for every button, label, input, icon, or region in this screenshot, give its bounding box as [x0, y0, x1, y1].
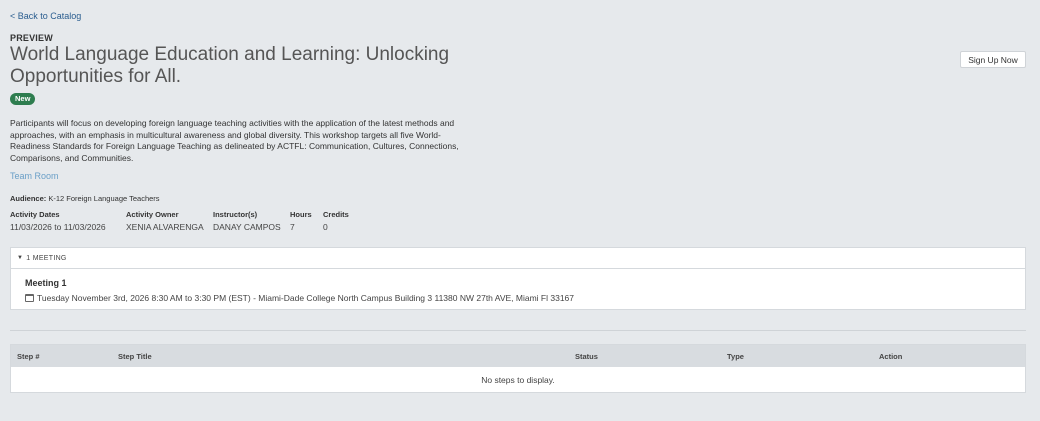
instructors-value: DANAY CAMPOS [213, 222, 281, 232]
meeting-title: Meeting 1 [25, 278, 67, 288]
credits: Credits 0 [323, 210, 349, 232]
meetings-toggle[interactable]: ▼ 1 MEETING [11, 248, 1025, 269]
calendar-icon [25, 294, 34, 302]
instructors: Instructor(s) DANAY CAMPOS [213, 210, 281, 232]
hours: Hours 7 [290, 210, 312, 232]
audience-value: K-12 Foreign Language Teachers [48, 194, 160, 203]
course-description: Participants will focus on developing fo… [10, 118, 459, 163]
instructors-label: Instructor(s) [213, 210, 258, 219]
steps-table-header: Step # Step Title Status Type Action [11, 345, 1025, 367]
caret-down-icon: ▼ [17, 255, 24, 261]
column-step-title: Step Title [118, 352, 152, 361]
credits-label: Credits [323, 210, 349, 219]
activity-owner: Activity Owner XENIA ALVARENGA [126, 210, 204, 232]
divider [10, 330, 1026, 331]
column-type: Type [727, 352, 744, 361]
meeting-detail-text: Tuesday November 3rd, 2026 8:30 AM to 3:… [37, 293, 575, 303]
team-room-link[interactable]: Team Room [10, 171, 59, 181]
steps-table: Step # Step Title Status Type Action No … [10, 344, 1026, 393]
back-to-catalog-link[interactable]: < Back to Catalog [10, 11, 81, 21]
meeting-detail: Tuesday November 3rd, 2026 8:30 AM to 3:… [25, 293, 574, 303]
audience: Audience: K-12 Foreign Language Teachers [10, 194, 160, 203]
meetings-count: 1 MEETING [26, 254, 67, 262]
column-status: Status [575, 352, 598, 361]
column-step-number: Step # [17, 352, 40, 361]
preview-label: PREVIEW [10, 33, 53, 43]
activity-dates: Activity Dates 11/03/2026 to 11/03/2026 [10, 210, 106, 232]
column-action: Action [879, 352, 903, 361]
audience-label: Audience: [10, 194, 47, 203]
activity-owner-label: Activity Owner [126, 210, 179, 219]
hours-value: 7 [290, 222, 295, 232]
activity-dates-label: Activity Dates [10, 210, 60, 219]
activity-owner-value: XENIA ALVARENGA [126, 222, 204, 232]
sign-up-now-button[interactable]: Sign Up Now [960, 51, 1026, 68]
steps-empty-message: No steps to display. [481, 375, 555, 385]
new-badge: New [10, 93, 36, 105]
hours-label: Hours [290, 210, 312, 219]
page-title: World Language Education and Learning: U… [10, 44, 450, 87]
activity-dates-value: 11/03/2026 to 11/03/2026 [10, 222, 106, 232]
credits-value: 0 [323, 222, 328, 232]
meetings-panel: ▼ 1 MEETING Meeting 1 Tuesday November 3… [10, 247, 1026, 310]
